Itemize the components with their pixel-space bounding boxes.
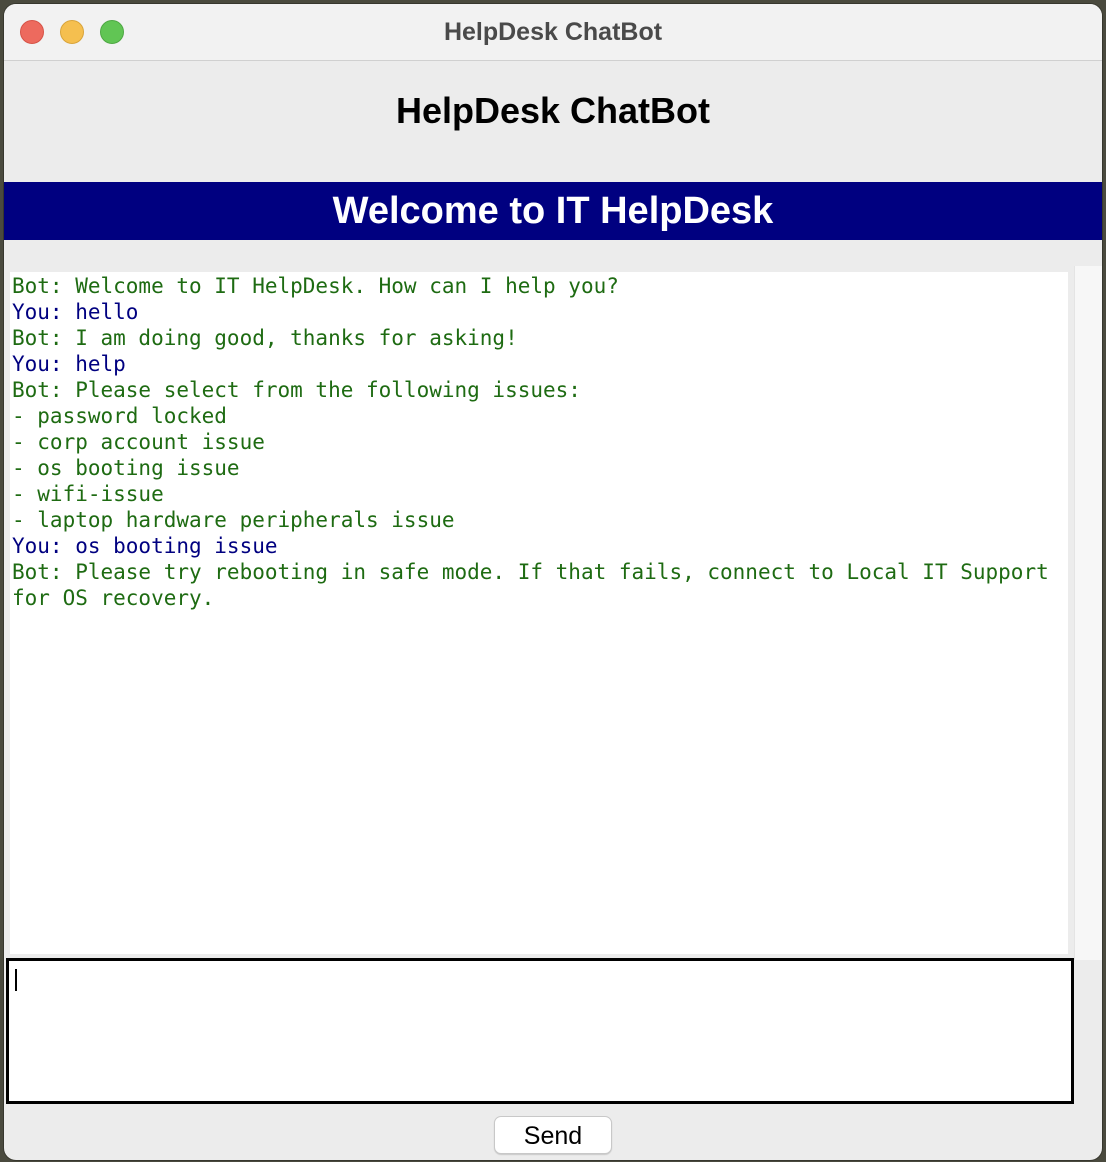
chat-log[interactable]: Bot: Welcome to IT HelpDesk. How can I h…: [10, 272, 1068, 954]
window-title: HelpDesk ChatBot: [443, 18, 663, 46]
bot-message: - os booting issue: [12, 456, 240, 480]
user-message: You: os booting issue: [12, 534, 278, 558]
bot-message: - wifi-issue: [12, 482, 164, 506]
bot-message: - corp account issue: [12, 430, 265, 454]
message-input[interactable]: [6, 958, 1074, 1104]
bot-message: Bot: Please select from the following is…: [12, 378, 581, 402]
title-bar[interactable]: HelpDesk ChatBot: [4, 4, 1102, 61]
text-caret: [15, 969, 17, 991]
welcome-banner: Welcome to IT HelpDesk: [4, 182, 1102, 240]
user-message: You: hello: [12, 300, 139, 324]
chat-scrollbar[interactable]: [1074, 266, 1102, 960]
send-button[interactable]: Send: [494, 1116, 612, 1154]
user-message: You: help: [12, 352, 126, 376]
bot-message: Bot: Welcome to IT HelpDesk. How can I h…: [12, 274, 619, 298]
bot-message: - laptop hardware peripherals issue: [12, 508, 455, 532]
app-window: HelpDesk ChatBot HelpDesk ChatBot Welcom…: [4, 4, 1102, 1160]
bot-message: Bot: I am doing good, thanks for asking!: [12, 326, 518, 350]
bot-message: - password locked: [12, 404, 227, 428]
bot-message: Bot: Please try rebooting in safe mode. …: [12, 560, 1062, 610]
app-heading: HelpDesk ChatBot: [395, 90, 711, 131]
